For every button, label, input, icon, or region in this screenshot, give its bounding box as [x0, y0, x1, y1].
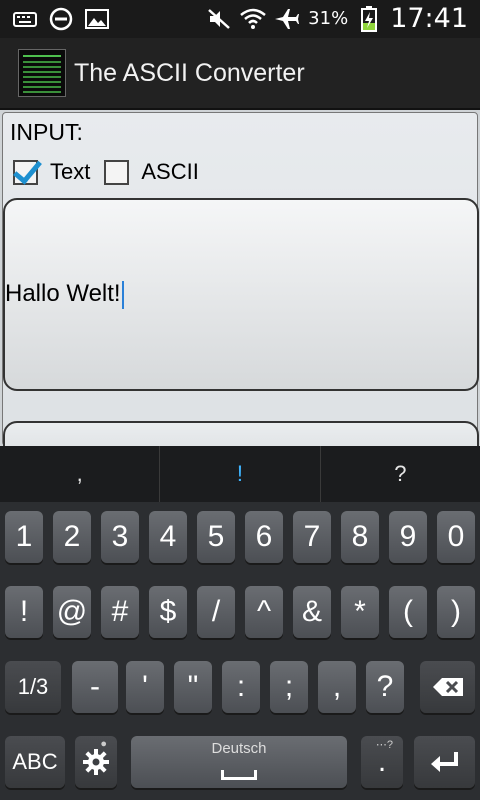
period-hint-icon: ⋯? — [375, 739, 393, 751]
key-3[interactable]: 3 — [101, 511, 139, 563]
key-dollar[interactable]: $ — [149, 586, 187, 638]
space-language-label: Deutsch — [211, 740, 267, 757]
key-dash[interactable]: - — [72, 661, 118, 713]
text-checkbox-label[interactable]: Text — [50, 159, 90, 185]
key-9[interactable]: 9 — [389, 511, 427, 563]
key-4[interactable]: 4 — [149, 511, 187, 563]
airplane-icon — [274, 6, 300, 32]
input-textfield[interactable]: Hallo Welt! — [3, 198, 479, 391]
key-semicolon[interactable]: ; — [270, 661, 308, 713]
key-slash[interactable]: / — [197, 586, 235, 638]
enter-key[interactable] — [414, 736, 475, 788]
key-0[interactable]: 0 — [437, 511, 475, 563]
key-close-paren[interactable]: ) — [437, 586, 475, 638]
key-colon[interactable]: : — [222, 661, 260, 713]
key-1[interactable]: 1 — [5, 511, 43, 563]
ascii-converter-app-icon[interactable] — [18, 49, 66, 97]
battery-percent: 31% — [308, 8, 349, 29]
key-6[interactable]: 6 — [245, 511, 283, 563]
action-bar: The ASCII Converter — [0, 38, 480, 110]
image-icon — [84, 6, 110, 32]
input-mode-row: Text ASCII — [13, 159, 213, 185]
keyboard: 1 2 3 4 5 6 7 8 9 0 ! @ # $ / ^ & * ( ) … — [0, 502, 480, 800]
gear-icon — [83, 749, 109, 775]
ascii-checkbox-label[interactable]: ASCII — [141, 159, 198, 185]
key-caret[interactable]: ^ — [245, 586, 283, 638]
key-comma[interactable]: , — [318, 661, 356, 713]
key-7[interactable]: 7 — [293, 511, 331, 563]
settings-key[interactable]: ● — [75, 736, 117, 788]
symbols-page-key[interactable]: 1/3 — [5, 661, 61, 713]
battery-charging-icon — [356, 5, 382, 32]
key-asterisk[interactable]: * — [341, 586, 379, 638]
enter-icon — [430, 752, 458, 772]
input-label: INPUT: — [10, 119, 83, 145]
mute-icon — [206, 6, 232, 32]
key-exclamation[interactable]: ! — [5, 586, 43, 638]
key-2[interactable]: 2 — [53, 511, 91, 563]
mic-hint-icon: ● — [100, 738, 107, 750]
ascii-checkbox[interactable] — [104, 159, 130, 185]
status-bar: 31% 17:41 — [0, 0, 480, 38]
keyboard-icon — [12, 6, 38, 32]
do-not-disturb-icon — [48, 6, 74, 32]
key-at[interactable]: @ — [53, 586, 91, 638]
key-hash[interactable]: # — [101, 586, 139, 638]
key-8[interactable]: 8 — [341, 511, 379, 563]
backspace-icon — [432, 678, 463, 696]
key-question[interactable]: ? — [366, 661, 404, 713]
suggestion-1[interactable]: , — [0, 446, 159, 502]
abc-key[interactable]: ABC — [5, 736, 65, 788]
input-value-wrapper: Hallo Welt! — [5, 280, 124, 309]
key-ampersand[interactable]: & — [293, 586, 331, 638]
main-content: INPUT: Text ASCII Hallo Welt! — [0, 110, 480, 481]
app-title: The ASCII Converter — [74, 58, 305, 87]
space-key[interactable]: Deutsch — [131, 736, 347, 788]
text-checkbox[interactable] — [13, 159, 38, 185]
input-value: Hallo Welt! — [5, 280, 121, 307]
space-bar-icon — [221, 770, 257, 780]
key-open-paren[interactable]: ( — [389, 586, 427, 638]
suggestion-2[interactable]: ! — [159, 446, 321, 502]
backspace-key[interactable] — [420, 661, 475, 713]
key-period[interactable]: ⋯? . — [361, 736, 403, 788]
clock: 17:41 — [390, 3, 468, 34]
keyboard-suggestion-bar: , ! ? — [0, 446, 480, 502]
key-apostrophe[interactable]: ' — [126, 661, 164, 713]
key-quote[interactable]: " — [174, 661, 212, 713]
wifi-icon — [240, 6, 266, 32]
suggestion-3[interactable]: ? — [321, 446, 480, 502]
input-panel: INPUT: Text ASCII Hallo Welt! — [2, 112, 479, 481]
key-5[interactable]: 5 — [197, 511, 235, 563]
text-cursor — [121, 280, 124, 309]
